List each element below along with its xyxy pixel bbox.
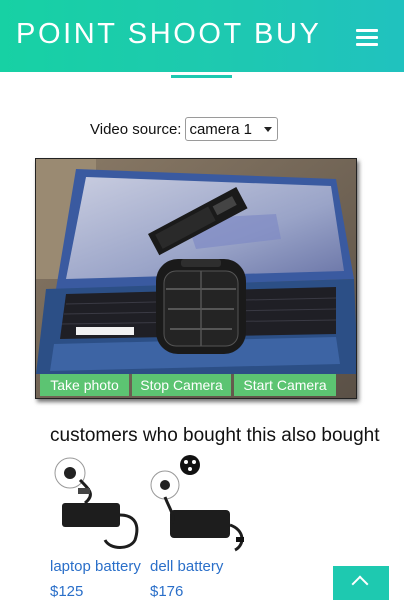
video-source-select[interactable]: camera 1 — [185, 117, 279, 141]
take-photo-button[interactable]: Take photo — [40, 374, 129, 396]
brand-title: POINT SHOOT BUY — [16, 18, 322, 50]
back-to-top-button[interactable] — [333, 566, 389, 600]
hamburger-menu-icon[interactable] — [356, 29, 378, 47]
video-source-label: Video source: — [90, 120, 182, 138]
dropdown-arrow-icon — [264, 127, 273, 132]
laptop-charger-image — [50, 455, 150, 555]
product-price: $176 — [150, 583, 184, 600]
section-divider — [171, 75, 232, 78]
recommendations-title: customers who bought this also bought — [50, 425, 380, 446]
camera-preview: Take photo Stop Camera Start Camera — [35, 158, 357, 399]
camera-controls: Take photo Stop Camera Start Camera — [40, 374, 336, 396]
product-name[interactable]: dell battery — [150, 558, 223, 575]
product-card[interactable]: laptop battery $125 — [50, 455, 150, 600]
video-source-value: camera 1 — [189, 120, 252, 138]
product-card[interactable]: dell battery $176 — [150, 455, 250, 600]
dell-charger-image — [150, 455, 250, 555]
camera-feed-image — [36, 159, 356, 398]
product-price: $125 — [50, 583, 84, 600]
stop-camera-button[interactable]: Stop Camera — [132, 374, 231, 396]
product-name[interactable]: laptop battery — [50, 558, 141, 575]
video-source-row: Video source: camera 1 — [90, 117, 279, 141]
chevron-up-icon — [351, 575, 369, 593]
start-camera-button[interactable]: Start Camera — [234, 374, 336, 396]
app-header: POINT SHOOT BUY — [0, 0, 404, 72]
